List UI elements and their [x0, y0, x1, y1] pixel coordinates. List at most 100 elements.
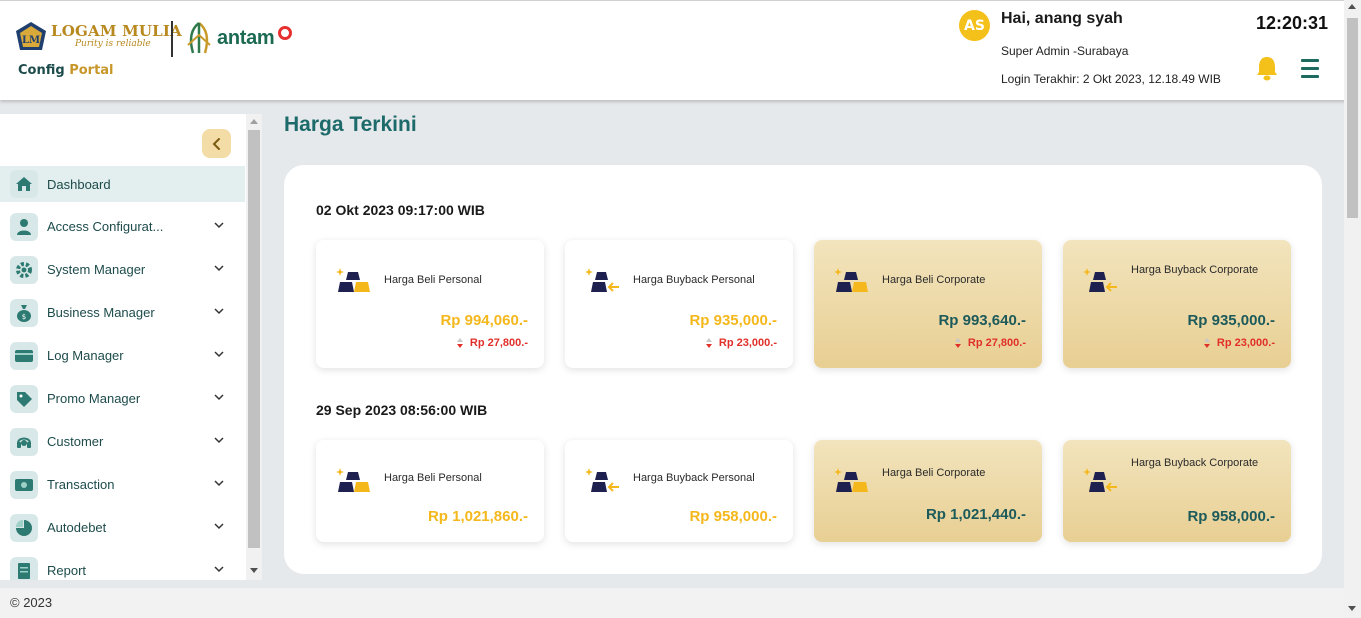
card-title: Harga Beli Personal	[384, 274, 482, 286]
chevron-down-icon	[214, 350, 224, 357]
user-greeting: Hai, anang syah	[1001, 10, 1123, 27]
sidebar-item-autodebet[interactable]: Autodebet	[0, 506, 245, 549]
brand-name: LOGAM MULIA	[51, 22, 182, 40]
sidebar-item-transaction[interactable]: Transaction	[0, 463, 245, 506]
antam-leaf-icon	[187, 22, 211, 54]
sidebar-item-label: Promo Manager	[47, 391, 141, 406]
sidebar-item-system-manager[interactable]: System Manager	[0, 248, 245, 291]
gold-buyback-icon	[585, 468, 619, 492]
logo-divider	[171, 21, 173, 57]
portal-prefix: Config	[18, 63, 65, 78]
card-price: Rp 935,000.-	[689, 312, 777, 329]
sidebar-item-label: Dashboard	[47, 176, 111, 192]
sidebar-item-customer[interactable]: Customer	[0, 420, 245, 463]
sidebar-item-access-configuration[interactable]: Access Configurat...	[0, 205, 245, 248]
gold-buyback-icon	[1083, 268, 1117, 292]
card-price: Rp 1,021,860.-	[427, 508, 528, 525]
chevron-down-icon	[214, 479, 224, 486]
card-icon	[10, 341, 38, 370]
money-bag-icon: $	[10, 298, 38, 327]
clock: 12:20:31	[1256, 13, 1329, 33]
sidebar-collapse-button[interactable]	[202, 129, 231, 158]
brand-logo-block[interactable]: LM LOGAM MULIA Purity is reliable antam …	[15, 21, 293, 78]
chevron-down-icon	[214, 565, 224, 572]
price-card: Harga Buyback Corporate Rp 958,000.-	[1063, 440, 1291, 542]
price-down-icon	[705, 338, 712, 348]
card-price-diff: Rp 27,800.-	[954, 337, 1026, 349]
user-role: Super Admin -Surabaya	[1001, 44, 1129, 58]
sidebar-item-log-manager[interactable]: Log Manager	[0, 334, 245, 377]
price-down-icon	[954, 338, 961, 348]
card-diff-value: Rp 27,800.-	[967, 337, 1026, 349]
page-scrollbar-thumb[interactable]	[1347, 18, 1358, 218]
price-card: Harga Beli Personal Rp 1,021,860.-	[316, 440, 544, 542]
scroll-up-icon[interactable]	[1348, 4, 1356, 9]
antam-name: antam	[217, 26, 275, 49]
sidebar-item-label: Customer	[47, 434, 104, 449]
brand-tagline: Purity is reliable	[75, 39, 151, 49]
chevron-down-icon	[214, 221, 224, 228]
scroll-down-icon[interactable]	[1348, 606, 1356, 611]
sidebar-item-label: Autodebet	[47, 520, 107, 535]
price-card: Harga Buyback Corporate Rp 935,000.- Rp …	[1063, 240, 1291, 368]
card-price: Rp 935,000.-	[1187, 312, 1275, 329]
gold-buyback-icon	[1083, 468, 1117, 492]
antam-logo: antam	[185, 21, 293, 55]
gold-buyback-icon	[585, 268, 619, 292]
hamburger-icon[interactable]	[1301, 59, 1319, 78]
chevron-down-icon	[214, 522, 224, 529]
card-title: Harga Buyback Corporate	[1131, 264, 1259, 276]
bell-icon[interactable]	[1255, 55, 1279, 81]
footer: © 2023	[0, 588, 1344, 618]
sidebar-item-dashboard[interactable]: Dashboard	[0, 166, 245, 202]
sidebar-item-label: Business Manager	[47, 305, 155, 320]
card-title: Harga Beli Corporate	[882, 467, 986, 479]
avatar[interactable]: AS	[959, 10, 990, 41]
config-portal-label: Config Portal	[18, 63, 114, 78]
chevron-down-icon	[214, 393, 224, 400]
gold-bars-icon	[336, 268, 370, 292]
copyright: © 2023	[10, 595, 53, 610]
svg-text:LM: LM	[22, 35, 40, 46]
top-header: LM LOGAM MULIA Purity is reliable antam …	[0, 0, 1361, 100]
card-price-diff: Rp 27,800.-	[456, 337, 528, 349]
price-down-icon	[456, 338, 463, 348]
chevron-down-icon	[214, 264, 224, 271]
sidebar-item-business-manager[interactable]: $ Business Manager	[0, 291, 245, 334]
chevron-down-icon	[214, 307, 224, 314]
price-card: Harga Beli Corporate Rp 993,640.- Rp 27,…	[814, 240, 1042, 368]
last-login: Login Terakhir: 2 Okt 2023, 12.18.49 WIB	[1001, 72, 1221, 86]
scroll-up-icon[interactable]	[250, 119, 258, 124]
card-price: Rp 1,021,440.-	[925, 506, 1026, 523]
gold-bars-icon	[834, 468, 868, 492]
card-price: Rp 994,060.-	[440, 312, 528, 329]
card-price-diff: Rp 23,000.-	[1203, 337, 1275, 349]
card-diff-value: Rp 23,000.-	[1216, 337, 1275, 349]
report-icon	[10, 556, 38, 580]
portal-suffix: Portal	[69, 63, 114, 78]
gold-bars-icon	[834, 268, 868, 292]
sidebar-item-label: Log Manager	[47, 348, 124, 363]
chevron-left-icon	[212, 137, 220, 150]
tag-icon	[10, 384, 38, 413]
chevron-down-icon	[214, 436, 224, 443]
sidebar-item-report[interactable]: Report	[0, 549, 245, 580]
sidebar-scrollbar-thumb[interactable]	[248, 130, 260, 548]
card-title: Harga Buyback Personal	[633, 274, 755, 286]
scroll-down-icon[interactable]	[250, 568, 258, 573]
sidebar-item-label: System Manager	[47, 262, 146, 277]
card-diff-value: Rp 27,800.-	[469, 337, 528, 349]
card-title: Harga Buyback Corporate	[1131, 457, 1259, 469]
card-title: Harga Beli Personal	[384, 472, 482, 484]
sidebar-item-label: Report	[47, 563, 87, 578]
card-price: Rp 993,640.-	[938, 312, 1026, 329]
page-scrollbar[interactable]	[1344, 0, 1361, 618]
svg-text:$: $	[22, 313, 26, 321]
logam-mulia-logo-icon: LM	[16, 22, 46, 50]
card-title: Harga Beli Corporate	[882, 274, 986, 286]
card-diff-value: Rp 23,000.-	[718, 337, 777, 349]
price-card: Harga Beli Personal Rp 994,060.- Rp 27,8…	[316, 240, 544, 368]
sidebar-scrollbar[interactable]	[246, 114, 262, 580]
card-price: Rp 958,000.-	[1187, 508, 1275, 525]
sidebar-item-promo-manager[interactable]: Promo Manager	[0, 377, 245, 420]
